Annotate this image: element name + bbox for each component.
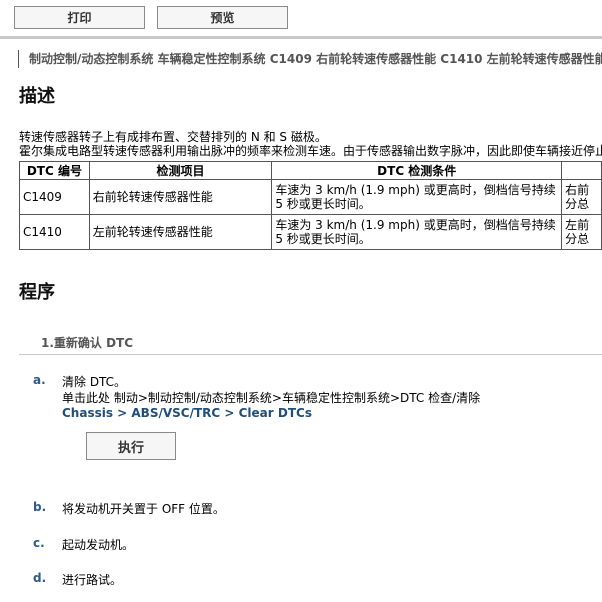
preview-button[interactable]: 预览 — [157, 6, 288, 29]
item-c-label: c. — [33, 536, 45, 550]
header-dtc-code: DTC 编号 — [19, 161, 90, 180]
header-trouble-area — [561, 161, 602, 180]
cell-dtc-code: C1409 — [19, 179, 90, 215]
cell-dtc-code: C1410 — [19, 214, 90, 250]
table-row: C1409 右前轮转速传感器性能 车速为 3 km/h (1.9 mph) 或更… — [19, 179, 602, 215]
item-d-label: d. — [33, 571, 47, 585]
table-header-row: DTC 编号 检测项目 DTC 检测条件 — [19, 161, 602, 180]
header-detection-item: 检测项目 — [88, 161, 273, 180]
description-paragraph-1: 转速传感器转子上有成排布置、交替排列的 N 和 S 磁极。 — [19, 130, 327, 144]
header-detection-condition: DTC 检测条件 — [271, 161, 563, 180]
item-d-text: 进行路试。 — [62, 573, 123, 587]
item-b-text: 将发动机开关置于 OFF 位置。 — [62, 502, 225, 516]
cell-detection-item: 右前轮转速传感器性能 — [88, 179, 273, 215]
cell-detection-item: 左前轮转速传感器性能 — [88, 214, 273, 250]
clear-dtcs-path-link[interactable]: Chassis > ABS/VSC/TRC > Clear DTCs — [62, 406, 312, 420]
step-1-title: 1.重新确认 DTC — [41, 336, 134, 350]
description-paragraph-2: 霍尔集成电路型转速传感器利用输出脉冲的频率来检测车速。由于传感器输出数字脉冲，因… — [19, 144, 602, 158]
header-divider — [0, 36, 602, 39]
description-heading: 描述 — [19, 86, 55, 107]
toolbar: 打印 预览 — [0, 0, 602, 34]
item-a-text: 清除 DTC。 — [62, 375, 127, 389]
breadcrumb: 制动控制/动态控制系统 车辆稳定性控制系统 C1409 右前轮转速传感器性能 C… — [18, 50, 602, 68]
execute-button[interactable]: 执行 — [86, 432, 176, 460]
print-button[interactable]: 打印 — [14, 6, 145, 29]
cell-detection-condition: 车速为 3 km/h (1.9 mph) 或更高时，倒档信号持续 5 秒或更长时… — [271, 179, 563, 215]
item-a-instruction[interactable]: 单击此处 制动>制动控制/动态控制系统>车辆稳定性控制系统>DTC 检查/清除 — [62, 389, 480, 406]
dtc-table: DTC 编号 检测项目 DTC 检测条件 C1409 右前轮转速传感器性能 车速… — [19, 161, 602, 250]
item-c-text: 起动发动机。 — [62, 538, 135, 552]
item-b-label: b. — [33, 500, 47, 514]
step-1-header: 1.重新确认 DTC — [19, 326, 602, 355]
table-row: C1410 左前轮转速传感器性能 车速为 3 km/h (1.9 mph) 或更… — [19, 214, 602, 250]
cell-detection-condition: 车速为 3 km/h (1.9 mph) 或更高时，倒档信号持续 5 秒或更长时… — [271, 214, 563, 250]
item-a-label: a. — [33, 373, 46, 387]
cell-trouble-area: 右前分总 — [561, 179, 602, 215]
procedure-heading: 程序 — [19, 282, 55, 303]
cell-trouble-area: 左前分总 — [561, 214, 602, 250]
